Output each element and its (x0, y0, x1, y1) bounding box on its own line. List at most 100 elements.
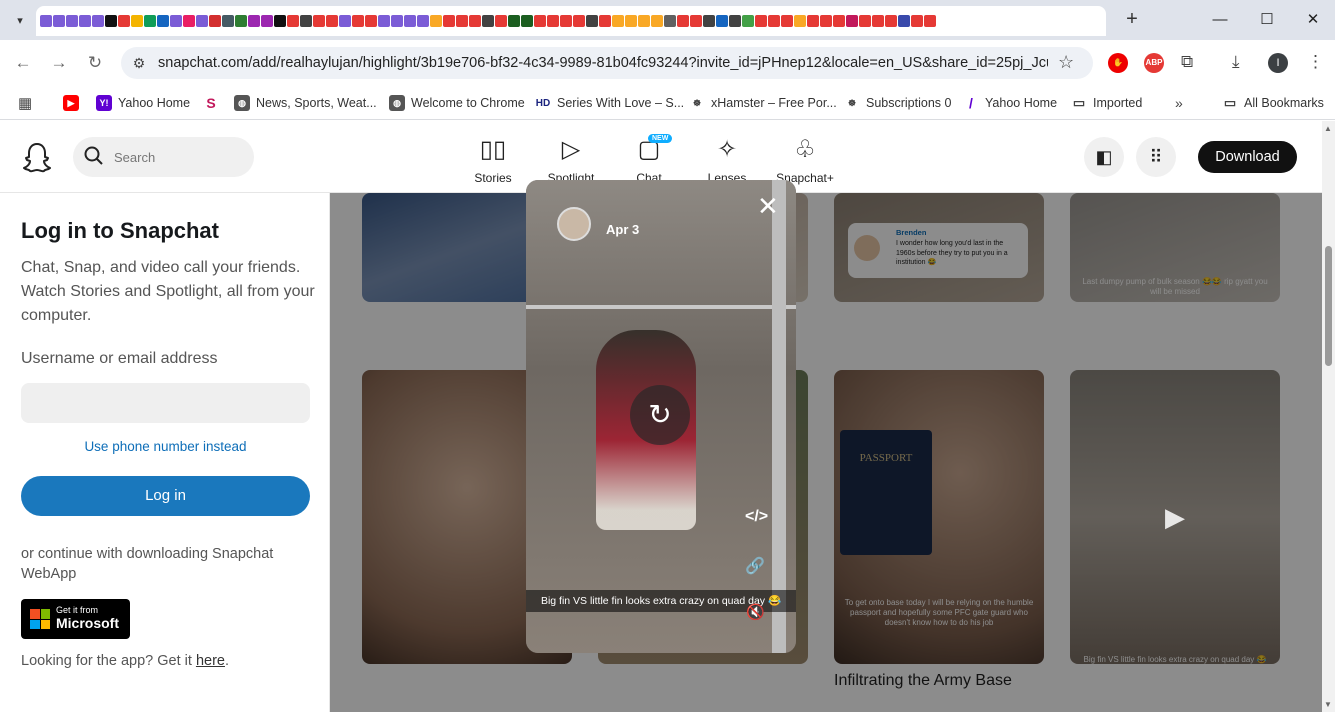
active-tab-favicons[interactable] (36, 6, 1106, 36)
favicon-icon (898, 15, 910, 27)
extensions-puzzle-icon[interactable]: ⧉ (1181, 52, 1193, 72)
favicon-icon (144, 15, 156, 27)
adblock-icon[interactable]: ABP (1144, 53, 1164, 73)
hd-icon: HD (535, 95, 551, 111)
bookmark-imported[interactable]: ▭ Imported (1071, 93, 1142, 113)
apps-grid-button[interactable]: ⠿ (1136, 137, 1176, 177)
replay-icon[interactable]: ↻ (630, 385, 690, 445)
folder-icon: ▭ (1222, 95, 1238, 111)
period: . (224, 653, 229, 669)
favicon-icon (40, 15, 52, 27)
globe-icon: ◍ (234, 95, 250, 111)
bookmark-yahoo-1[interactable]: Y! Yahoo Home (96, 93, 190, 113)
favicon-icon (716, 15, 728, 27)
bookmark-yahoo-2[interactable]: / Yahoo Home (963, 93, 1057, 113)
bookmark-label: News, Sports, Weat... (256, 96, 377, 110)
favicon-icon (79, 15, 91, 27)
favicon-icon (313, 15, 325, 27)
minimize-icon[interactable]: — (1200, 6, 1240, 34)
nav-spotlight[interactable]: ▷ Spotlight (536, 135, 606, 185)
favicon-icon (209, 15, 221, 27)
story-avatar[interactable] (557, 207, 591, 241)
favicon-icon (729, 15, 741, 27)
maximize-icon[interactable]: ☐ (1247, 6, 1287, 34)
ghost-plus-icon: ♧ (794, 136, 816, 163)
bookmark-news[interactable]: ◍ News, Sports, Weat... (234, 93, 377, 113)
sidebar-toggle-button[interactable]: ◧ (1084, 137, 1124, 177)
favicon-icon (482, 15, 494, 27)
nav-lenses[interactable]: ✧ Lenses (692, 135, 762, 185)
favicon-icon (495, 15, 507, 27)
mute-icon[interactable]: 🔇 (746, 603, 765, 621)
youtube-bookmark[interactable]: ▶ (63, 93, 79, 113)
scrollbar-thumb[interactable] (1325, 246, 1332, 366)
username-field[interactable] (21, 383, 310, 423)
nav-label: Stories (474, 171, 512, 185)
favicon-icon (196, 15, 208, 27)
bookmark-star-icon[interactable]: ☆ (1058, 52, 1074, 73)
favicon-icon (391, 15, 403, 27)
here-link[interactable]: here (196, 653, 225, 669)
favicon-icon (651, 15, 663, 27)
favicon-icon (287, 15, 299, 27)
phone-number-link[interactable]: Use phone number instead (21, 439, 310, 454)
forward-icon[interactable]: → (47, 52, 71, 76)
favicon-icon (352, 15, 364, 27)
site-info-icon[interactable]: ⚙ (130, 54, 148, 72)
bookmark-all[interactable]: ▭ All Bookmarks (1222, 93, 1324, 113)
bookmarks-overflow-icon[interactable]: » (1175, 93, 1183, 113)
reload-icon[interactable]: ↻ (83, 52, 107, 76)
new-tab-button[interactable]: + (1122, 8, 1142, 32)
bookmark-s[interactable]: S (203, 93, 219, 113)
continue-text: or continue with downloading Snapchat We… (21, 546, 274, 582)
bookmark-series[interactable]: HD Series With Love – S... (535, 93, 684, 113)
favicon-icon (833, 15, 845, 27)
bookmark-label: All Bookmarks (1244, 96, 1324, 110)
bookmark-label: Welcome to Chrome (411, 96, 525, 110)
login-button[interactable]: Log in (21, 476, 310, 516)
favicon-icon (690, 15, 702, 27)
close-icon[interactable]: ✕ (757, 193, 779, 219)
bookmark-welcome[interactable]: ◍ Welcome to Chrome (389, 93, 525, 113)
favicon-icon (703, 15, 715, 27)
page-scrollbar[interactable] (1322, 121, 1335, 712)
apps-grid-icon[interactable]: ▦ (18, 93, 32, 113)
favicon-icon (846, 15, 858, 27)
favicon-icon (92, 15, 104, 27)
link-icon[interactable]: 🔗 (745, 556, 765, 576)
profile-avatar[interactable]: I (1268, 53, 1288, 73)
extension-stop-icon[interactable]: ✋ (1108, 53, 1128, 73)
bookmark-xhamster[interactable]: ☸ xHamster – Free Por... (689, 93, 837, 113)
snapchat-ghost-icon[interactable] (22, 141, 52, 173)
embed-code-icon[interactable]: </> (745, 508, 768, 526)
bookmark-subscriptions[interactable]: ☸ Subscriptions 0 (844, 93, 951, 113)
favicon-icon (924, 15, 936, 27)
url-text[interactable]: snapchat.com/add/realhaylujan/highlight/… (158, 55, 1048, 71)
modal-backdrop[interactable] (330, 193, 1322, 712)
favicon-icon (248, 15, 260, 27)
scroll-down-icon[interactable]: ▼ (1324, 700, 1332, 709)
download-button[interactable]: Download (1198, 141, 1297, 173)
nav-stories[interactable]: ▯▯ Stories (458, 135, 528, 185)
close-window-icon[interactable]: ✕ (1293, 6, 1333, 34)
bookmark-label: Series With Love – S... (557, 96, 685, 110)
favicon-icon (339, 15, 351, 27)
nav-chat[interactable]: ▢ Chat (614, 135, 684, 185)
microsoft-store-badge[interactable]: Get it from Microsoft (21, 599, 130, 639)
favicon-icon (820, 15, 832, 27)
browser-menu-icon[interactable]: ⋮ (1307, 52, 1324, 72)
login-subtitle: Chat, Snap, and video call your friends.… (21, 259, 315, 324)
scroll-up-icon[interactable]: ▲ (1324, 124, 1332, 133)
play-icon[interactable]: ▶ (1165, 502, 1185, 533)
downloads-icon[interactable]: ⤓ (1232, 52, 1240, 72)
search-placeholder[interactable]: Search (114, 150, 155, 165)
tab-search-button[interactable]: ▾ (8, 8, 32, 32)
back-icon[interactable]: ← (11, 52, 35, 76)
favicon-icon (261, 15, 273, 27)
nav-snapchat-plus[interactable]: ♧ Snapchat+ (770, 135, 840, 185)
bookmark-label: Yahoo Home (118, 96, 191, 110)
favicon-icon (807, 15, 819, 27)
username-label: Username or email address (21, 350, 218, 367)
favicon-icon (105, 15, 117, 27)
xh-icon: ☸ (689, 95, 705, 111)
